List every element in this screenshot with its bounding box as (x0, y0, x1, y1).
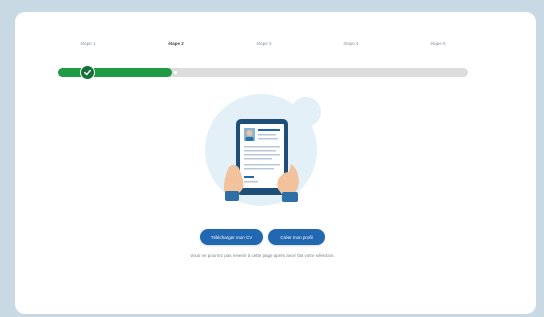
step-label-4: étape 4 (343, 41, 359, 46)
upload-cv-button[interactable]: Télécharger mon CV (200, 229, 263, 245)
step-label-1: étape 1 (80, 41, 96, 46)
step-label-3: étape 3 (256, 41, 272, 46)
step-completed-check-icon (80, 65, 95, 80)
current-step-dot (174, 71, 177, 74)
progress-fill (58, 68, 172, 77)
step-label-2: étape 2 (168, 41, 184, 46)
step-label-5: étape 5 (430, 41, 446, 46)
create-profile-button[interactable]: Créer mon profil (268, 229, 325, 245)
tablet-cv-icon (205, 94, 321, 206)
selection-warning-note: Vous ne pourrez pas revenir à cette page… (190, 253, 335, 258)
